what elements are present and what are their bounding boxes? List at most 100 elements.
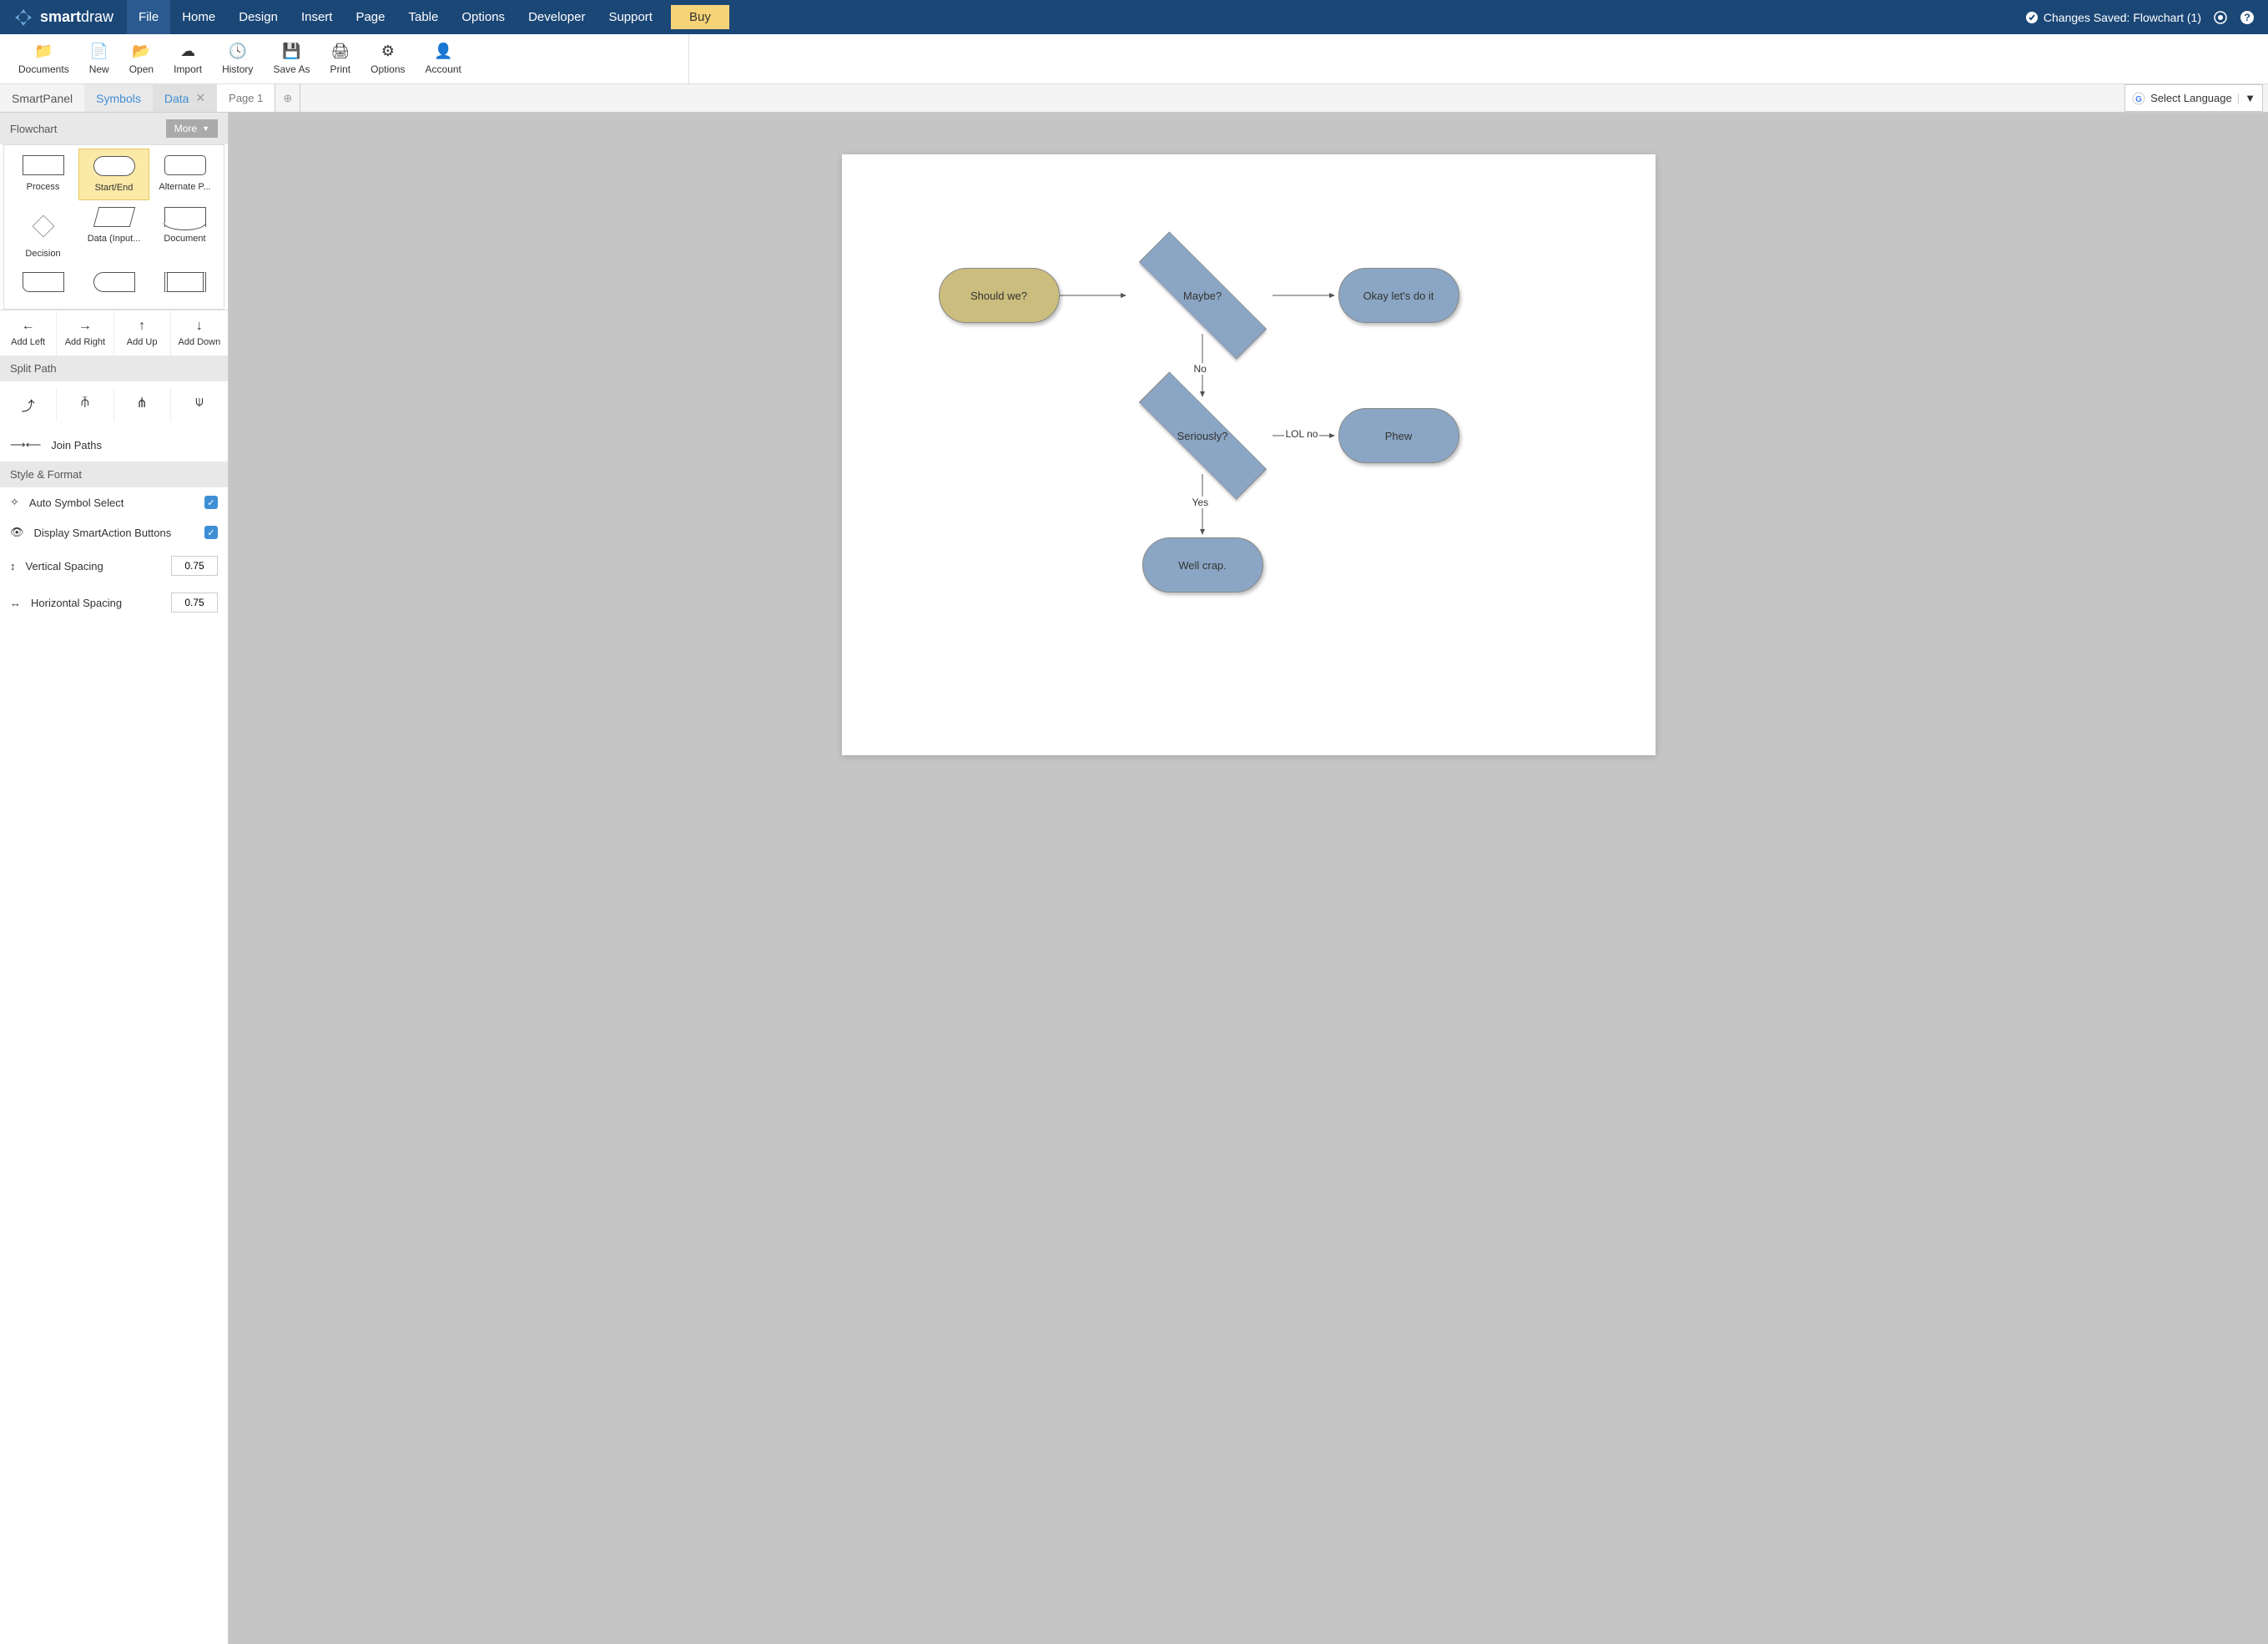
node-maybe[interactable]: Maybe?: [1134, 257, 1272, 334]
shape-extra-2[interactable]: [78, 265, 149, 305]
edge-no: No: [1192, 363, 1208, 375]
split-btn-1[interactable]: ⤴: [0, 388, 57, 421]
menu-home[interactable]: Home: [170, 0, 227, 34]
brand-bold: smart: [40, 8, 81, 25]
shape-alternate-process[interactable]: Alternate P...: [149, 149, 220, 200]
ribbon-documents[interactable]: 📁Documents: [8, 43, 79, 75]
menu-developer[interactable]: Developer: [517, 0, 597, 34]
ribbon-open[interactable]: 📂Open: [119, 43, 164, 75]
split-btn-2[interactable]: ⫚: [57, 388, 113, 421]
save-status: Changes Saved: Flowchart (1): [2025, 11, 2201, 24]
chevron-down-icon: ▼: [202, 124, 209, 133]
menu-options[interactable]: Options: [450, 0, 517, 34]
language-selector[interactable]: G Select Language | ▼: [2124, 84, 2263, 112]
join-icon: ⟶⟵: [10, 438, 41, 451]
shape-data[interactable]: Data (Input...: [78, 200, 149, 265]
split-row: ⤴ ⫚ ⋔ ⍦: [0, 381, 228, 428]
vspacing-label: Vertical Spacing: [26, 560, 103, 572]
node-crap[interactable]: Well crap.: [1142, 537, 1263, 593]
node-seriously[interactable]: Seriously?: [1134, 397, 1272, 474]
save-icon: 💾: [282, 43, 300, 60]
google-icon: G: [2132, 92, 2145, 105]
language-label: Select Language: [2150, 92, 2232, 104]
menu-insert[interactable]: Insert: [290, 0, 345, 34]
shape-process[interactable]: Process: [8, 149, 78, 200]
file-icon: 📄: [90, 43, 108, 60]
menu-table[interactable]: Table: [397, 0, 451, 34]
ribbon-import[interactable]: ☁Import: [164, 43, 212, 75]
check-circle-icon: [2025, 11, 2039, 24]
open-folder-icon: 📂: [132, 43, 150, 60]
process-shape-icon: [23, 155, 64, 175]
edge-lolno: LOL no: [1284, 428, 1320, 440]
document-shape-icon: [164, 207, 206, 227]
arrow-down-icon: ↓: [196, 319, 203, 334]
add-down-button[interactable]: ↓Add Down: [171, 310, 228, 356]
auto-label: Auto Symbol Select: [29, 497, 123, 509]
svg-text:G: G: [2135, 95, 2142, 104]
arrow-left-icon: ←: [22, 319, 35, 334]
style-header: Style & Format: [0, 461, 228, 487]
menu-design[interactable]: Design: [227, 0, 290, 34]
add-left-button[interactable]: ←Add Left: [0, 310, 57, 356]
buy-button[interactable]: Buy: [671, 5, 729, 29]
canvas-viewport[interactable]: Should we? Maybe? Okay let's do it Serio…: [229, 113, 2268, 1644]
node-start[interactable]: Should we?: [939, 268, 1060, 323]
arrow-up-icon: ↑: [139, 319, 145, 334]
node-ok[interactable]: Okay let's do it: [1338, 268, 1459, 323]
ribbon-toolbar: 📁Documents 📄New 📂Open ☁Import 🕓History 💾…: [0, 34, 2268, 84]
ribbon-account[interactable]: 👤Account: [416, 43, 471, 75]
shape-document[interactable]: Document: [149, 200, 220, 265]
shape-decision[interactable]: Decision: [8, 200, 78, 265]
menu-support[interactable]: Support: [597, 0, 664, 34]
help-icon[interactable]: ?: [2240, 10, 2255, 25]
ribbon-options[interactable]: ⚙Options: [360, 43, 415, 75]
divider: |: [2237, 92, 2240, 104]
shape-extra-1[interactable]: [8, 265, 78, 305]
display-checkbox[interactable]: ✓: [204, 526, 218, 539]
symbols-tab[interactable]: Symbols: [84, 84, 153, 112]
user-icon: 👤: [434, 43, 452, 60]
chevron-down-icon: ▼: [2245, 92, 2255, 104]
shape-grid: Process Start/End Alternate P... Decisio…: [3, 144, 224, 310]
shapes-header: Flowchart More▼: [0, 113, 228, 144]
add-right-button[interactable]: →Add Right: [57, 310, 113, 356]
side-panel: Flowchart More▼ Process Start/End Altern…: [0, 113, 229, 1644]
hspacing-row: ↔ Horizontal Spacing: [0, 584, 228, 621]
ribbon-saveas[interactable]: 💾Save As: [263, 43, 320, 75]
extra-shape-icon: [164, 272, 206, 292]
menubar-items: File Home Design Insert Page Table Optio…: [127, 0, 664, 34]
split-btn-4[interactable]: ⍦: [171, 388, 228, 421]
page-tab[interactable]: Page 1: [217, 84, 275, 112]
edge-yes: Yes: [1191, 497, 1211, 508]
close-icon[interactable]: ✕: [195, 91, 205, 105]
vspacing-input[interactable]: [171, 556, 218, 576]
ribbon-history[interactable]: 🕓History: [212, 43, 263, 75]
ribbon-new[interactable]: 📄New: [79, 43, 119, 75]
add-page-button[interactable]: ⊕: [275, 84, 300, 112]
arrow-right-icon: →: [78, 319, 92, 334]
hspacing-input[interactable]: [171, 593, 218, 613]
shape-extra-3[interactable]: [149, 265, 220, 305]
auto-symbol-row[interactable]: ✧ Auto Symbol Select ✓: [0, 487, 228, 517]
ribbon-print[interactable]: 🖨Print: [320, 43, 360, 75]
split-btn-3[interactable]: ⋔: [114, 388, 171, 421]
canvas[interactable]: Should we? Maybe? Okay let's do it Serio…: [842, 154, 1656, 755]
extra-shape-icon: [93, 272, 135, 292]
menu-file[interactable]: File: [127, 0, 170, 34]
more-button[interactable]: More▼: [166, 119, 218, 138]
auto-icon: ✧: [10, 496, 19, 509]
add-direction-row: ←Add Left →Add Right ↑Add Up ↓Add Down: [0, 310, 228, 356]
notification-icon[interactable]: [2213, 10, 2228, 25]
join-paths-button[interactable]: ⟶⟵ Join Paths: [0, 428, 228, 461]
add-up-button[interactable]: ↑Add Up: [114, 310, 171, 356]
menu-page[interactable]: Page: [344, 0, 396, 34]
auto-checkbox[interactable]: ✓: [204, 496, 218, 509]
save-status-text: Changes Saved: Flowchart (1): [2044, 11, 2201, 24]
node-phew[interactable]: Phew: [1338, 408, 1459, 463]
smartpanel-tab[interactable]: SmartPanel: [0, 84, 84, 112]
data-tab[interactable]: Data✕: [153, 84, 217, 112]
display-buttons-row[interactable]: 👁 Display SmartAction Buttons ✓: [0, 517, 228, 547]
ribbon-divider: [688, 34, 689, 84]
shape-start-end[interactable]: Start/End: [78, 149, 149, 200]
